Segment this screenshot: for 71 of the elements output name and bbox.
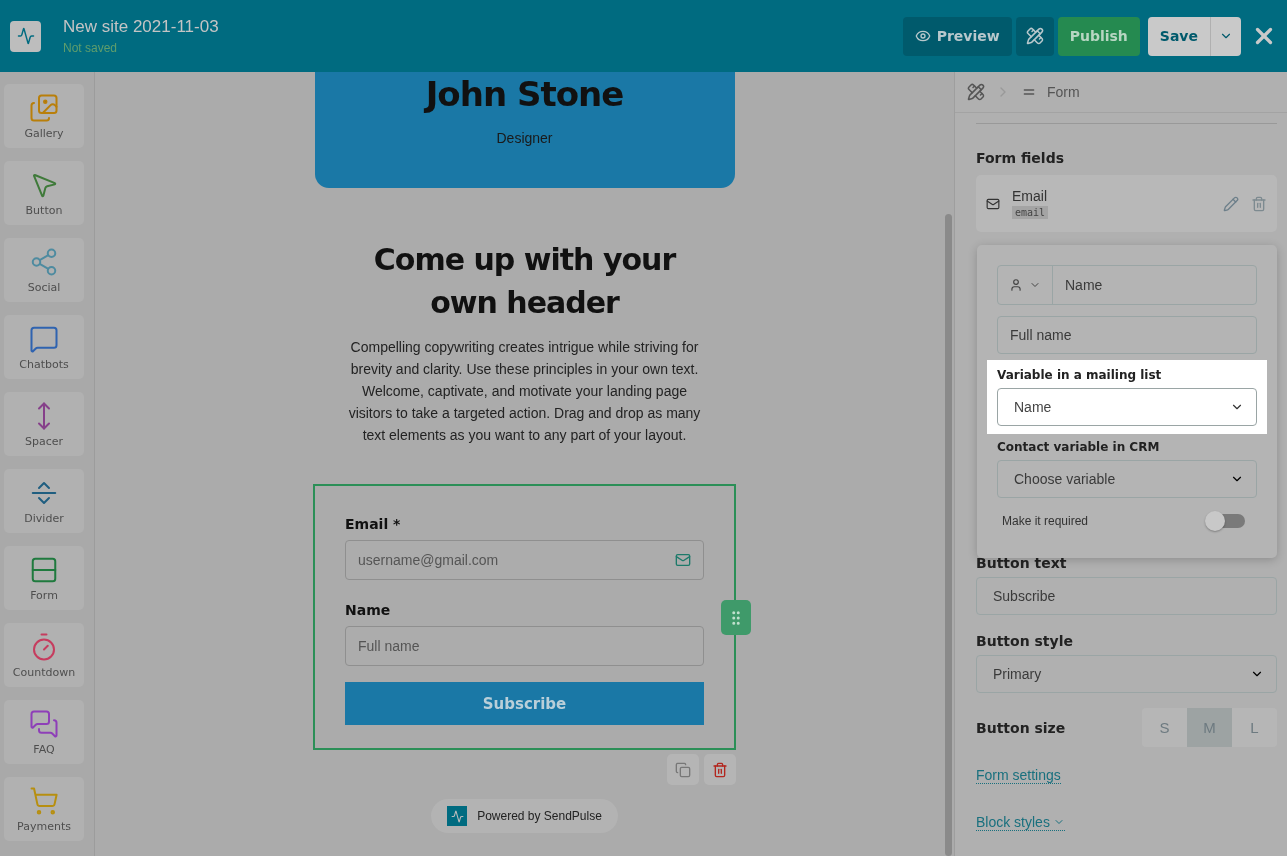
block-item[interactable]: Form bbox=[4, 546, 84, 610]
field-label: Button style bbox=[976, 633, 1074, 649]
subscribe-button[interactable]: Subscribe bbox=[345, 682, 704, 725]
cart-icon bbox=[29, 785, 59, 816]
design-tools-button[interactable] bbox=[1015, 16, 1054, 56]
section-heading: Come up with your own header bbox=[372, 241, 677, 322]
crm-variable-select[interactable]: Choose variable bbox=[997, 460, 1257, 498]
form-settings-link[interactable]: Form settings bbox=[976, 767, 1061, 784]
edit-icon[interactable] bbox=[1223, 195, 1239, 212]
preview-button[interactable]: Preview bbox=[902, 16, 1012, 56]
eye-icon bbox=[914, 28, 931, 44]
chat-bubbles-icon bbox=[29, 708, 59, 739]
block-item[interactable]: Spacer bbox=[4, 392, 84, 456]
powered-by-text: Powered by SendPulse bbox=[477, 809, 602, 823]
field-label: Contact variable in CRM bbox=[997, 440, 1161, 454]
trash-icon bbox=[712, 761, 728, 778]
block-styles-link[interactable]: Block styles bbox=[976, 814, 1065, 831]
field-code: email bbox=[1012, 206, 1049, 219]
block-item[interactable]: Social bbox=[4, 238, 84, 302]
profile-name: John Stone bbox=[425, 74, 624, 114]
block-item[interactable]: Payments bbox=[4, 777, 84, 841]
profile-role: Designer bbox=[496, 130, 553, 146]
delete-icon[interactable] bbox=[1251, 195, 1267, 212]
required-label: Make it required bbox=[1002, 514, 1089, 528]
app-logo-icon bbox=[10, 20, 41, 52]
block-item[interactable]: Countdown bbox=[4, 623, 84, 687]
size-option[interactable]: L bbox=[1232, 708, 1277, 747]
block-item[interactable]: Divider bbox=[4, 469, 84, 533]
section-paragraph: Compelling copywriting creates intrigue while striving for brevity and clarity. Use these principles in your own text. Welcome, captivate, and motivate your landing page visitors to take a targeted action. Drag and drop as many text elements as you want to any part of your layout. bbox=[347, 338, 702, 445]
field-label: Name bbox=[345, 602, 392, 618]
mail-icon bbox=[986, 196, 1000, 211]
field-label: Email * bbox=[345, 516, 402, 532]
block-item[interactable]: FAQ bbox=[4, 700, 84, 764]
input-field[interactable]: Full name bbox=[345, 626, 704, 666]
scrollbar[interactable] bbox=[945, 214, 952, 856]
required-toggle[interactable] bbox=[1207, 514, 1245, 528]
block-item[interactable]: Button bbox=[4, 161, 84, 225]
breadcrumb-item[interactable]: Form bbox=[1047, 84, 1080, 100]
pencil-ruler-icon[interactable] bbox=[967, 83, 985, 101]
section-title: Form fields bbox=[976, 150, 1065, 166]
field-label: Variable in a mailing list bbox=[997, 368, 1163, 382]
user-icon bbox=[1009, 278, 1023, 292]
share-icon bbox=[29, 246, 59, 277]
field-name: Email bbox=[1012, 188, 1048, 204]
size-option[interactable]: S bbox=[1142, 708, 1187, 747]
copy-icon bbox=[675, 761, 691, 778]
pencil-ruler-icon bbox=[1025, 27, 1044, 45]
mailing-variable-select[interactable]: Name bbox=[997, 388, 1257, 426]
input-field[interactable]: username@gmail.com bbox=[345, 540, 704, 580]
delete-button[interactable] bbox=[704, 754, 736, 785]
save-button[interactable]: Save bbox=[1147, 16, 1210, 56]
pulse-logo-icon bbox=[447, 806, 468, 826]
powered-by-badge[interactable]: Powered by SendPulse bbox=[431, 799, 618, 833]
input-field[interactable]: Full name bbox=[997, 316, 1257, 354]
copy-button[interactable] bbox=[667, 754, 699, 785]
site-title: New site 2021-11-03 bbox=[63, 17, 220, 37]
drag-handle[interactable] bbox=[721, 600, 751, 635]
form-field-card[interactable]: Email email bbox=[976, 175, 1277, 232]
form-block[interactable]: Email * username@gmail.com Name Full name Subscribe bbox=[313, 484, 736, 750]
input-field[interactable]: Subscribe bbox=[976, 577, 1277, 615]
style-select[interactable]: Primary bbox=[976, 655, 1277, 693]
block-item[interactable]: Gallery bbox=[4, 84, 84, 148]
images-icon bbox=[29, 92, 59, 123]
save-options-button[interactable] bbox=[1210, 16, 1241, 56]
field-label: Button text bbox=[976, 555, 1068, 571]
publish-button[interactable]: Publish bbox=[1057, 16, 1140, 56]
name-input-group[interactable]: Name bbox=[997, 265, 1257, 305]
block-item[interactable]: Chatbots bbox=[4, 315, 84, 379]
mail-icon bbox=[675, 552, 691, 568]
save-status: Not saved bbox=[63, 41, 119, 55]
field-label: Button size bbox=[976, 719, 1066, 736]
